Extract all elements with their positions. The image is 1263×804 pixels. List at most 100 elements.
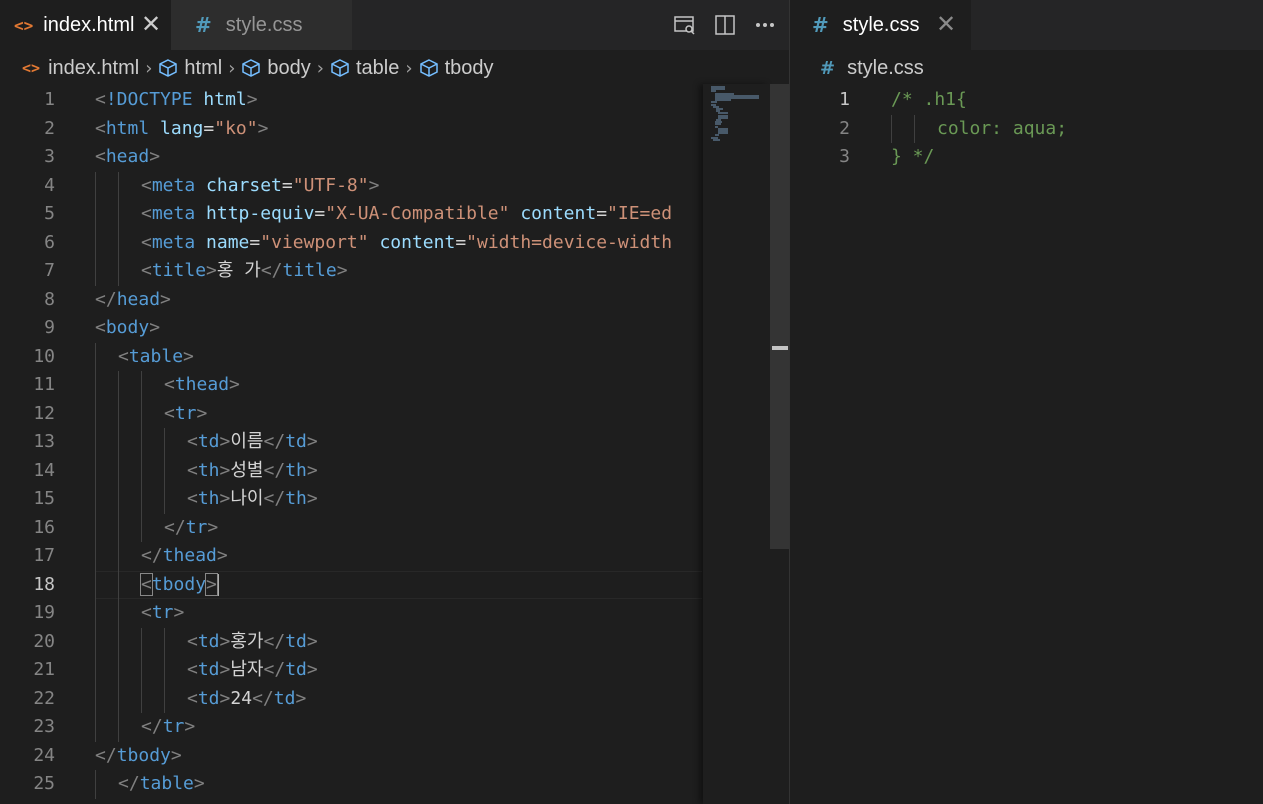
code-token: table — [128, 345, 184, 367]
indent-guide — [95, 599, 96, 628]
code-token: = — [596, 203, 608, 224]
code-token: > — [336, 260, 348, 281]
close-icon[interactable]: ✕ — [936, 10, 956, 38]
code-token: td — [285, 431, 307, 452]
minimap[interactable] — [703, 84, 770, 804]
breadcrumb-item-html[interactable]: html — [158, 57, 222, 80]
vertical-scrollbar[interactable] — [770, 84, 789, 804]
code-token: thead — [162, 545, 217, 566]
indent-guide — [118, 599, 119, 628]
indent-guide — [118, 171, 119, 200]
right-tab-bar: # style.css ✕ — [790, 0, 1263, 50]
line-number: 11 — [33, 374, 55, 395]
code-token: = — [455, 231, 467, 253]
code-token: < — [118, 345, 129, 367]
code-token: th — [285, 459, 307, 481]
line-number: 22 — [33, 687, 55, 709]
breadcrumb-label: tbody — [444, 56, 494, 79]
code-line: color: aqua; — [937, 115, 1067, 144]
code-token: > — [207, 516, 219, 538]
scrollbar-thumb[interactable] — [770, 84, 789, 549]
code-token: td — [197, 431, 220, 452]
indent-guide — [118, 570, 119, 599]
code-token: </ — [95, 744, 117, 766]
close-icon[interactable]: ✕ — [141, 10, 161, 38]
element-cube-icon — [159, 59, 178, 77]
breadcrumb-file[interactable]: # style.css — [820, 57, 924, 80]
line-number: 10 — [33, 345, 55, 367]
code-token: body — [105, 317, 150, 338]
indent-guide — [141, 684, 142, 713]
code-token: td — [197, 630, 220, 652]
more-actions-icon[interactable] — [754, 14, 776, 36]
code-line: } */ — [891, 143, 934, 172]
code-line: </head> — [95, 286, 171, 315]
line-number: 5 — [44, 203, 55, 224]
line-number: 9 — [44, 317, 55, 338]
code-line: </tbody> — [95, 742, 182, 771]
breadcrumb-item-body[interactable]: body — [241, 56, 311, 80]
indent-guide — [118, 656, 119, 685]
code-line: <tbody> — [140, 571, 219, 600]
code-token: < — [95, 146, 106, 167]
code-token: meta — [151, 203, 207, 224]
indent-guide — [95, 257, 96, 286]
code-token: "X-UA-Compatible" — [325, 203, 510, 224]
tab-style-css[interactable]: # style.css — [171, 0, 352, 50]
code-line: <th>나이</th> — [187, 485, 318, 514]
code-token: < — [187, 459, 198, 481]
code-editor-css[interactable]: 1 /* .h1{2 color: aqua; 3} */ — [790, 84, 1263, 804]
tab-style-css[interactable]: # style.css ✕ — [790, 0, 971, 50]
code-token: </ — [141, 545, 163, 566]
code-token: > — [219, 659, 231, 680]
code-editor-html[interactable]: 1 <!DOCTYPE html> 2 <html lang="ko"> 3 <head>… — [0, 84, 789, 804]
code-token: > — [149, 146, 161, 167]
split-editor-icon[interactable] — [714, 14, 736, 36]
code-token: </ — [118, 773, 140, 794]
code-token: thead — [174, 374, 230, 395]
breadcrumb-item-tbody[interactable]: tbody — [419, 57, 494, 80]
indent-guide — [95, 456, 96, 485]
code-line: <th>성별</th> — [187, 457, 318, 486]
code-line: <meta name="viewport" content="width=dev… — [141, 229, 672, 258]
code-token: </ — [263, 431, 286, 452]
code-token: tr — [174, 402, 197, 424]
indent-guide — [118, 713, 119, 742]
breadcrumb-label: body — [267, 56, 311, 79]
code-line: /* .h1{ — [891, 86, 967, 115]
code-token: tbody — [116, 744, 171, 766]
css-file-icon: # — [820, 57, 836, 79]
indent-guide — [141, 428, 142, 457]
code-token: < — [187, 659, 198, 680]
code-token: 성별 — [230, 459, 264, 481]
code-token: < — [141, 231, 152, 253]
minimap-line — [718, 132, 729, 135]
line-number: 15 — [33, 488, 55, 509]
code-token: > — [306, 488, 318, 509]
open-preview-icon[interactable] — [674, 14, 696, 36]
code-token: = — [314, 203, 326, 224]
indent-guide — [118, 513, 119, 542]
code-token: content — [379, 231, 456, 253]
code-token: head — [105, 146, 150, 167]
code-token: < — [95, 317, 106, 338]
code-token: th — [197, 459, 220, 481]
breadcrumb-file[interactable]: <> index.html — [22, 57, 139, 80]
tab-label: index.html — [43, 13, 135, 36]
code-token: < — [164, 374, 175, 395]
code-token: </ — [260, 260, 283, 281]
breadcrumb-item-table[interactable]: table — [330, 57, 399, 80]
line-number: 19 — [33, 602, 55, 623]
code-token: > — [306, 659, 318, 680]
left-tab-bar: <> index.html ✕ # style.css — [0, 0, 789, 50]
code-token: lang — [160, 117, 204, 139]
tab-index-html[interactable]: <> index.html ✕ — [0, 0, 171, 50]
code-token: /* .h1{ — [891, 89, 967, 110]
indent-guide — [141, 371, 142, 400]
indent-guide — [141, 485, 142, 514]
editor-actions — [656, 0, 776, 50]
code-token: charset — [206, 174, 282, 196]
line-number: 2 — [839, 117, 850, 139]
code-token: > — [196, 402, 208, 424]
